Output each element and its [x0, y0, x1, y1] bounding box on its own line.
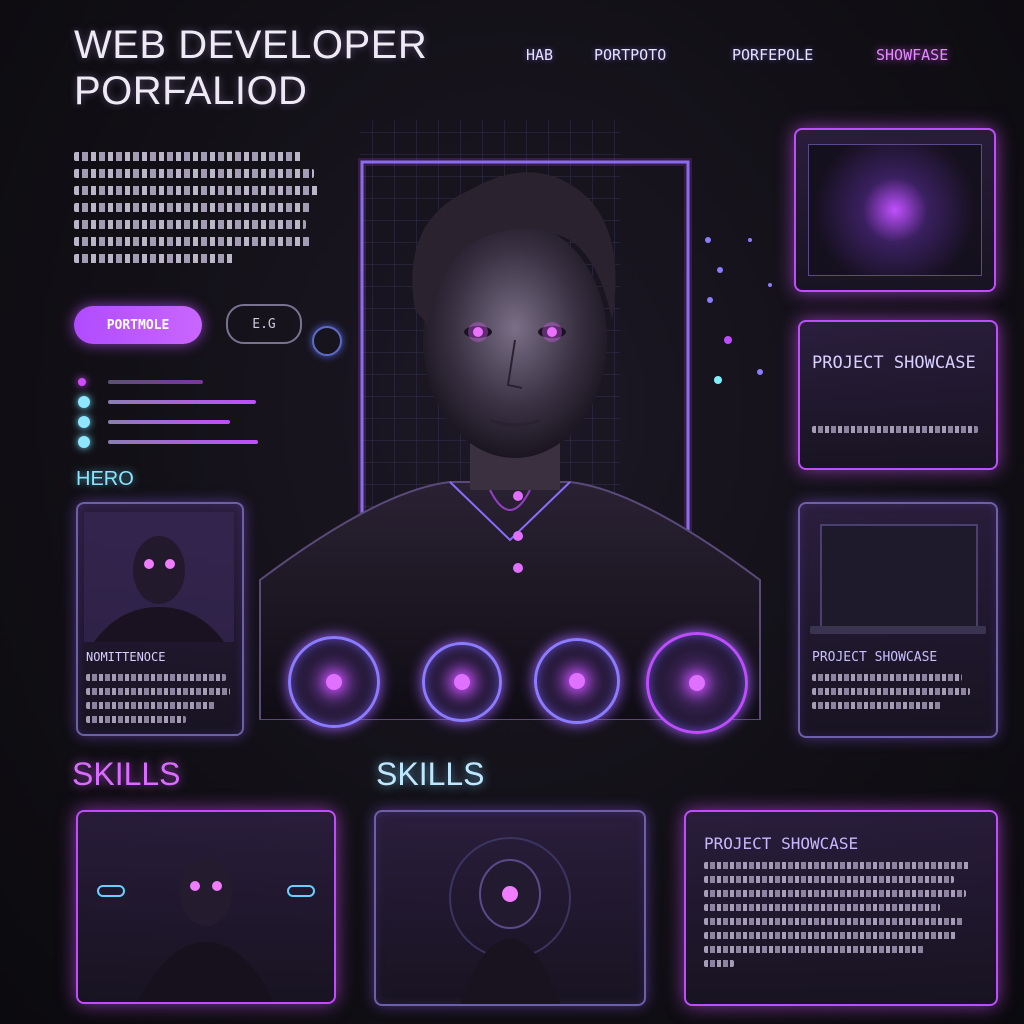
- bullet-icon: [78, 378, 86, 386]
- bullet-icon: [78, 396, 90, 408]
- project-showcase-text: [704, 862, 974, 974]
- skill-ring-4[interactable]: [646, 632, 748, 734]
- project-card-2-title: PROJECT SHOWCASE: [812, 650, 938, 665]
- project-card-1[interactable]: PROJECT SHOWCASE: [798, 320, 998, 470]
- project-card-text: [812, 426, 982, 440]
- preview-screen: [808, 144, 982, 276]
- laptop-screen-icon: [820, 524, 978, 628]
- robot-figure-icon: [84, 512, 234, 642]
- skill-ring-2[interactable]: [422, 642, 502, 722]
- robot-portrait-icon: [97, 858, 315, 1002]
- hero-card-text: [86, 674, 230, 730]
- astronaut-icon: [449, 837, 571, 1004]
- project-showcase-card[interactable]: PROJECT SHOWCASE: [684, 810, 998, 1006]
- skills-title-left: SKILLS: [72, 756, 181, 792]
- skill-ring-1[interactable]: [288, 636, 380, 728]
- nav-item-porfepole[interactable]: PORFEPOLE: [732, 46, 813, 64]
- hero-portrait: [259, 120, 772, 720]
- project-card-title: PROJECT SHOWCASE: [812, 353, 976, 373]
- bullet-icon: [78, 416, 90, 428]
- bullet-icon: [78, 436, 90, 448]
- project-card-2[interactable]: PROJECT SHOWCASE: [798, 502, 998, 738]
- nav-item-showfase[interactable]: SHOWFASE: [876, 46, 948, 64]
- skills-card-left[interactable]: [76, 810, 336, 1004]
- site-title-line1: WEB DEVELOPER: [74, 23, 428, 67]
- nav-item-hab[interactable]: HAB: [526, 46, 553, 64]
- hero-card[interactable]: NOMITTENOCE: [76, 502, 244, 736]
- skill-ring-3[interactable]: [534, 638, 620, 724]
- site-title-line2: PORFALIOD: [74, 69, 308, 113]
- hero-card-title: NOMITTENOCE: [86, 650, 166, 664]
- preview-screen-card[interactable]: [794, 128, 996, 292]
- project-card-2-text: [812, 674, 972, 716]
- skills-card-center[interactable]: [374, 810, 646, 1006]
- site-title: WEB DEVELOPER PORFALIOD: [74, 22, 494, 114]
- skills-title-center: SKILLS: [376, 756, 485, 792]
- hero-label: HERO: [76, 468, 134, 490]
- project-showcase-title: PROJECT SHOWCASE: [704, 834, 859, 853]
- nav-item-portpoto[interactable]: PORTPOTO: [594, 46, 666, 64]
- portfolio-button[interactable]: PORTMOLE: [74, 306, 202, 344]
